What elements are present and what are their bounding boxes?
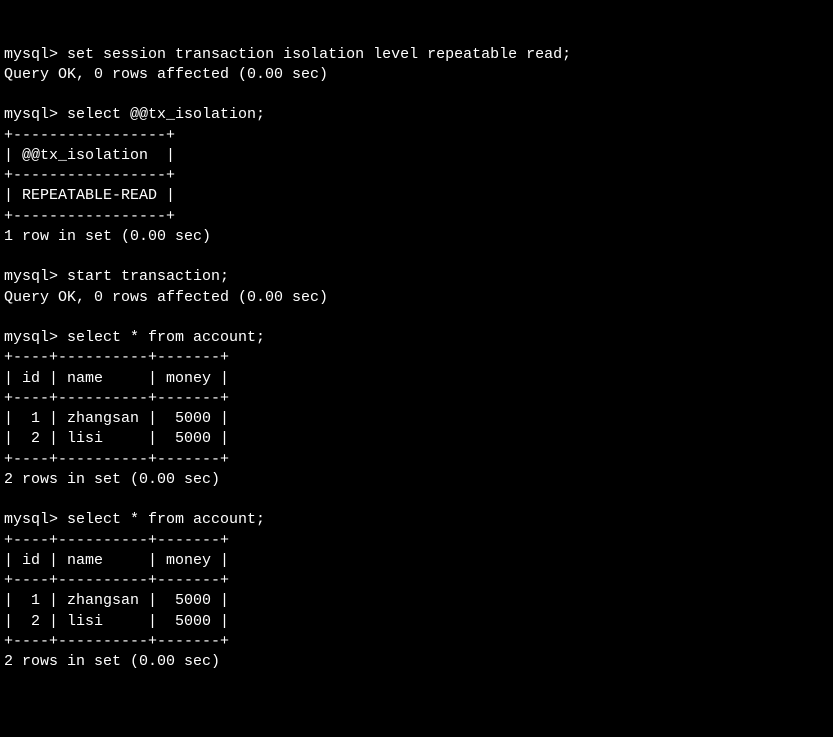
prompt: mysql>: [4, 106, 58, 123]
prompt: mysql>: [4, 268, 58, 285]
table-border: +----+----------+-------+: [4, 633, 229, 650]
table-border: +----+----------+-------+: [4, 532, 229, 549]
table-border: +----+----------+-------+: [4, 390, 229, 407]
command-set-isolation[interactable]: set session transaction isolation level …: [67, 46, 571, 63]
command-select-isolation[interactable]: select @@tx_isolation;: [67, 106, 265, 123]
table-border: +----+----------+-------+: [4, 451, 229, 468]
table-row: | 2 | lisi | 5000 |: [4, 613, 229, 630]
response-query-ok: Query OK, 0 rows affected (0.00 sec): [4, 66, 328, 83]
table-row: | 2 | lisi | 5000 |: [4, 430, 229, 447]
table-header: | id | name | money |: [4, 552, 229, 569]
table-header: | @@tx_isolation |: [4, 147, 175, 164]
table-border: +----+----------+-------+: [4, 572, 229, 589]
prompt: mysql>: [4, 511, 58, 528]
table-border: +-----------------+: [4, 167, 175, 184]
table-row: | REPEATABLE-READ |: [4, 187, 175, 204]
table-border: +-----------------+: [4, 208, 175, 225]
terminal-output: mysql> set session transaction isolation…: [4, 46, 571, 671]
response-one-row: 1 row in set (0.00 sec): [4, 228, 211, 245]
response-two-rows: 2 rows in set (0.00 sec): [4, 653, 220, 670]
response-query-ok: Query OK, 0 rows affected (0.00 sec): [4, 289, 328, 306]
response-two-rows: 2 rows in set (0.00 sec): [4, 471, 220, 488]
prompt: mysql>: [4, 46, 58, 63]
command-select-account[interactable]: select * from account;: [67, 511, 265, 528]
table-row: | 1 | zhangsan | 5000 |: [4, 410, 229, 427]
table-header: | id | name | money |: [4, 370, 229, 387]
table-border: +----+----------+-------+: [4, 349, 229, 366]
table-row: | 1 | zhangsan | 5000 |: [4, 592, 229, 609]
table-border: +-----------------+: [4, 127, 175, 144]
command-select-account[interactable]: select * from account;: [67, 329, 265, 346]
command-start-transaction[interactable]: start transaction;: [67, 268, 229, 285]
prompt: mysql>: [4, 329, 58, 346]
